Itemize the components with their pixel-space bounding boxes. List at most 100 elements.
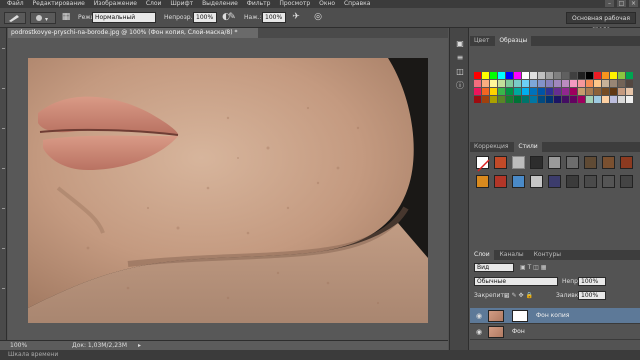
color-swatch[interactable] — [570, 88, 577, 95]
color-swatch[interactable] — [490, 88, 497, 95]
layer-row-fon-kopiya[interactable]: ◉ Фон копия — [470, 308, 640, 324]
color-swatch[interactable] — [514, 96, 521, 103]
workspace-button[interactable]: Основная рабочая среда — [566, 12, 636, 33]
color-swatch[interactable] — [482, 88, 489, 95]
color-swatch[interactable] — [618, 72, 625, 79]
style-item[interactable] — [494, 156, 507, 169]
color-swatch[interactable] — [482, 80, 489, 87]
color-swatch[interactable] — [602, 80, 609, 87]
color-swatch[interactable] — [490, 80, 497, 87]
menu-window[interactable]: Окно — [319, 0, 335, 8]
opacity-input[interactable]: 100% — [193, 12, 217, 23]
color-swatch[interactable] — [626, 88, 633, 95]
tab-paths[interactable]: Контуры — [530, 250, 565, 260]
tab-styles[interactable]: Стили — [514, 142, 542, 152]
color-swatch[interactable] — [474, 72, 481, 79]
color-swatch[interactable] — [546, 88, 553, 95]
document-photo[interactable] — [28, 58, 428, 323]
color-swatch[interactable] — [570, 96, 577, 103]
eye-icon[interactable]: ◉ — [474, 310, 484, 322]
style-item[interactable] — [530, 156, 543, 169]
layer-opacity-input[interactable]: 100% — [578, 277, 606, 286]
color-swatch[interactable] — [562, 80, 569, 87]
color-swatch[interactable] — [530, 96, 537, 103]
color-swatch[interactable] — [506, 96, 513, 103]
color-swatch[interactable] — [474, 88, 481, 95]
info-i-icon[interactable]: ⓘ — [454, 80, 466, 92]
color-swatch[interactable] — [474, 96, 481, 103]
color-swatch[interactable] — [610, 96, 617, 103]
color-swatch[interactable] — [554, 96, 561, 103]
history-icon[interactable]: ▣ — [454, 38, 466, 50]
layer-filter-select[interactable]: Вид — [474, 263, 514, 272]
menu-select[interactable]: Выделение — [202, 0, 238, 8]
style-item[interactable] — [476, 175, 489, 188]
color-swatch[interactable] — [602, 72, 609, 79]
color-swatch[interactable] — [578, 80, 585, 87]
color-swatch[interactable] — [546, 96, 553, 103]
color-swatch[interactable] — [594, 80, 601, 87]
color-swatch[interactable] — [610, 72, 617, 79]
timeline-label[interactable]: Шкала времени — [8, 351, 58, 358]
style-none[interactable] — [476, 156, 490, 172]
pen-pressure-icon[interactable]: ✎ — [226, 11, 238, 23]
color-swatch[interactable] — [498, 88, 505, 95]
filter-icons[interactable]: ▣ T ◫ ▦ — [520, 262, 546, 274]
color-swatch[interactable] — [506, 80, 513, 87]
menu-edit[interactable]: Редактирование — [33, 0, 85, 8]
color-swatch[interactable] — [554, 80, 561, 87]
document-tab[interactable]: podrostkovye-pryschi-na-borode.jpg @ 100… — [8, 28, 258, 38]
tab-color[interactable]: Цвет — [470, 36, 493, 46]
menu-view[interactable]: Просмотр — [279, 0, 310, 8]
color-swatch[interactable] — [562, 96, 569, 103]
tool-preset-picker[interactable] — [4, 12, 26, 24]
style-item[interactable] — [620, 175, 633, 188]
tab-adjustments[interactable]: Коррекция — [470, 142, 512, 152]
color-swatch[interactable] — [498, 72, 505, 79]
pressure-input[interactable]: 100% — [262, 12, 286, 23]
color-swatch[interactable] — [490, 96, 497, 103]
tab-layers[interactable]: Слои — [470, 250, 494, 260]
airbrush-icon[interactable]: ✈ — [290, 11, 302, 23]
color-swatch[interactable] — [602, 96, 609, 103]
color-swatch[interactable] — [602, 88, 609, 95]
color-swatch[interactable] — [570, 80, 577, 87]
color-swatch[interactable] — [522, 80, 529, 87]
color-swatch[interactable] — [538, 96, 545, 103]
style-item[interactable] — [566, 175, 579, 188]
layer-row-fon[interactable]: ◉ Фон — [470, 324, 640, 340]
style-item[interactable] — [512, 175, 525, 188]
style-item[interactable] — [512, 156, 525, 169]
fill-input[interactable]: 100% — [578, 291, 606, 300]
menu-filter[interactable]: Фильтр — [247, 0, 271, 8]
color-swatch[interactable] — [586, 88, 593, 95]
color-swatch[interactable] — [586, 72, 593, 79]
mode-select[interactable]: Нормальный — [92, 12, 156, 23]
color-swatch[interactable] — [538, 80, 545, 87]
color-swatch[interactable] — [610, 88, 617, 95]
color-swatch[interactable] — [482, 72, 489, 79]
color-swatch[interactable] — [546, 72, 553, 79]
color-swatch[interactable] — [578, 96, 585, 103]
brush-preset-picker[interactable]: ▾ — [30, 12, 56, 24]
color-swatch[interactable] — [586, 96, 593, 103]
color-swatch[interactable] — [530, 80, 537, 87]
color-swatch[interactable] — [490, 72, 497, 79]
color-swatch[interactable] — [594, 72, 601, 79]
color-swatch[interactable] — [538, 72, 545, 79]
color-swatch[interactable] — [522, 72, 529, 79]
color-swatch[interactable] — [482, 96, 489, 103]
tablet-pressure-icon[interactable]: ◎ — [312, 11, 324, 23]
color-swatch[interactable] — [562, 88, 569, 95]
color-swatch[interactable] — [562, 72, 569, 79]
color-swatch[interactable] — [522, 88, 529, 95]
color-swatch[interactable] — [626, 72, 633, 79]
maximize-button[interactable]: □ — [617, 0, 626, 7]
color-swatch[interactable] — [578, 72, 585, 79]
tab-swatches[interactable]: Образцы — [495, 36, 532, 46]
color-swatch[interactable] — [570, 72, 577, 79]
color-swatch[interactable] — [530, 88, 537, 95]
color-swatch[interactable] — [594, 88, 601, 95]
layer-mask-thumbnail[interactable] — [512, 310, 528, 322]
eye-icon[interactable]: ◉ — [474, 326, 484, 338]
